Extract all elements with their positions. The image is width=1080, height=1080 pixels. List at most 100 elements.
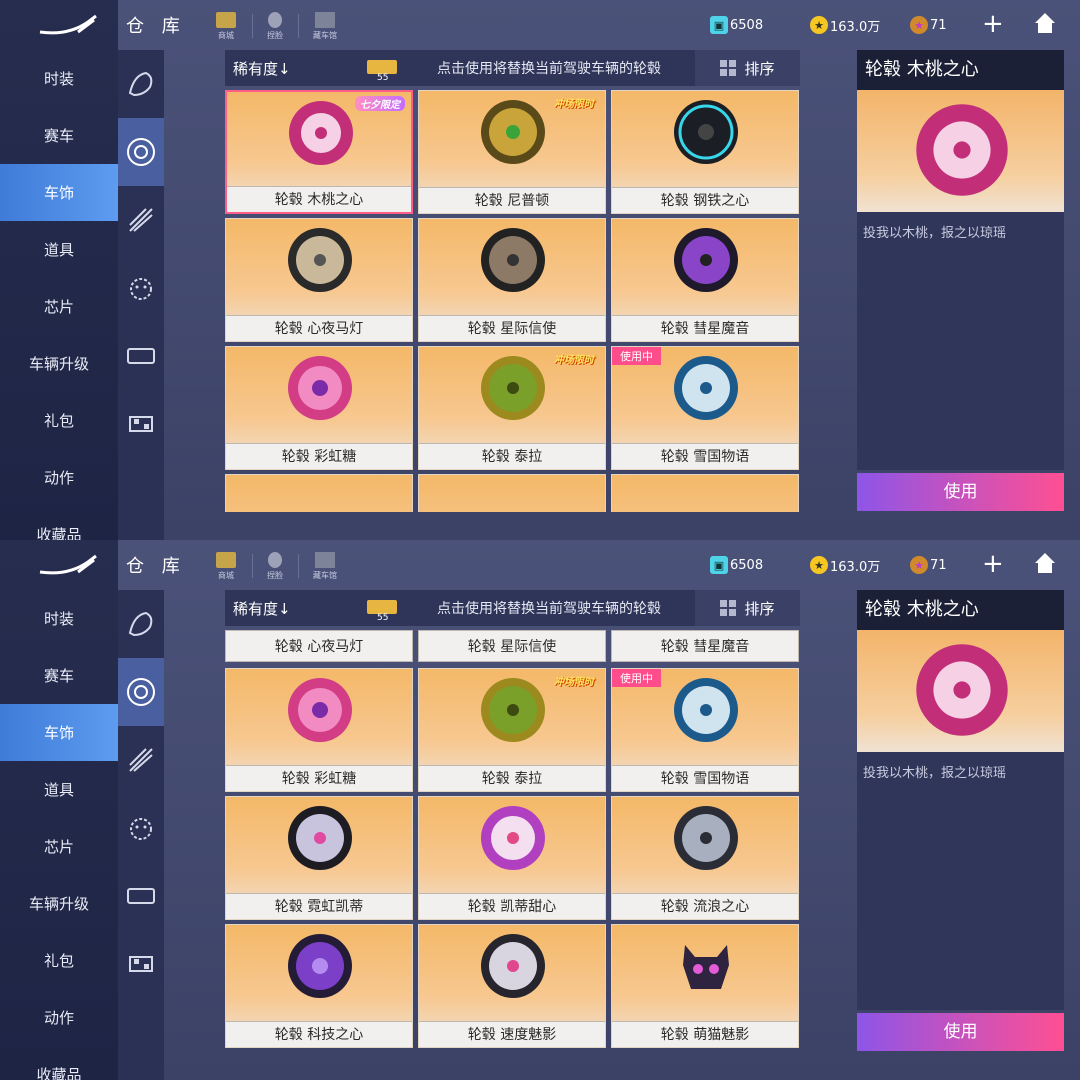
garage-link[interactable]: 藏车馆: [305, 552, 345, 581]
wheel-icon: [674, 678, 738, 742]
nav-item-action[interactable]: 动作: [0, 449, 118, 506]
logo-icon: [39, 554, 97, 575]
coupon-balance: ▣ 6508: [710, 15, 763, 35]
face-link[interactable]: 捏脸: [255, 552, 295, 581]
rarity-sort[interactable]: 稀有度↓: [233, 58, 291, 79]
home-icon[interactable]: [1032, 550, 1058, 576]
sticker-icon[interactable]: [118, 254, 164, 322]
nav-item-fashion[interactable]: 时装: [0, 50, 118, 107]
detail-panel: 轮毂 木桃之心 投我以木桃，报之以琼瑶: [857, 590, 1064, 1010]
flame-icon[interactable]: [118, 726, 164, 794]
wheel-icon: [916, 104, 1008, 196]
shop-link[interactable]: 商城: [206, 12, 246, 41]
item-name-bar[interactable]: 轮毂 星际信使: [418, 630, 606, 662]
page-title: 仓 库: [126, 16, 186, 37]
nav-item-upgrade[interactable]: 车辆升级: [0, 875, 118, 932]
hint-text: 点击使用将替换当前驾驶车辆的轮毂: [437, 61, 661, 77]
item-card[interactable]: 轮毂 流浪之心: [611, 796, 799, 920]
category-icons: [118, 590, 164, 1080]
wheel-icon: [674, 228, 738, 292]
detail-image: [857, 90, 1064, 212]
nav-item-collection[interactable]: 收藏品: [0, 506, 118, 540]
shop-link[interactable]: 商城: [206, 552, 246, 581]
limited-tag: 七夕限定: [355, 96, 405, 111]
nav-item-items[interactable]: 道具: [0, 761, 118, 818]
item-card[interactable]: 轮毂 凯蒂甜心: [418, 796, 606, 920]
wheel-icon: [288, 228, 352, 292]
event-tag: 冲场限时: [554, 99, 594, 110]
detail-title: 轮毂 木桃之心: [857, 50, 1064, 90]
detail-description: 投我以木桃，报之以琼瑶: [863, 766, 1007, 781]
item-card[interactable]: 冲场限时 轮毂 泰拉: [418, 346, 606, 470]
finish-flag-icon[interactable]: [118, 930, 164, 998]
item-card[interactable]: 冲场限时 轮毂 泰拉: [418, 668, 606, 792]
home-icon[interactable]: [1032, 10, 1058, 36]
nav-item-fashion[interactable]: 时装: [0, 590, 118, 647]
use-button[interactable]: 使用: [857, 473, 1064, 511]
pet-icon[interactable]: [118, 50, 164, 118]
item-card[interactable]: 轮毂 萌猫魅影: [611, 924, 799, 1048]
wheel-icon: [674, 806, 738, 870]
item-card[interactable]: 使用中 轮毂 雪国物语: [611, 346, 799, 470]
in-use-badge: 使用中: [612, 347, 661, 365]
nav-item-upgrade[interactable]: 车辆升级: [0, 335, 118, 392]
item-card[interactable]: 冲场限时 轮毂 尼普顿: [418, 90, 606, 214]
add-button[interactable]: +: [982, 10, 1004, 38]
item-card[interactable]: 轮毂 速度魅影: [418, 924, 606, 1048]
item-card[interactable]: 轮毂 彗星魔音: [611, 218, 799, 342]
nav-item-decor[interactable]: 车饰: [0, 704, 118, 761]
use-button[interactable]: 使用: [857, 1013, 1064, 1051]
item-card[interactable]: [225, 474, 413, 512]
sort-button[interactable]: 排序: [695, 590, 800, 626]
add-button[interactable]: +: [982, 550, 1004, 578]
cat-wheel-icon: [683, 945, 729, 989]
wheel-icon[interactable]: [118, 118, 164, 186]
nav-item-cars[interactable]: 赛车: [0, 647, 118, 704]
nav-item-chips[interactable]: 芯片: [0, 278, 118, 335]
wheel-icon: [288, 356, 352, 420]
item-card[interactable]: 轮毂 霓虹凯蒂: [225, 796, 413, 920]
finish-flag-icon[interactable]: [118, 390, 164, 458]
nav-item-gift[interactable]: 礼包: [0, 932, 118, 989]
item-card[interactable]: [611, 474, 799, 512]
top-bar: 仓 库 商城 捏脸 藏车馆 ▣ 6508 ★ 163.0万 ★ 71 +: [118, 540, 1080, 590]
license-plate-icon[interactable]: [118, 862, 164, 930]
item-card[interactable]: 轮毂 彩虹糖: [225, 668, 413, 792]
garage-link[interactable]: 藏车馆: [305, 12, 345, 41]
category-icons: [118, 50, 164, 540]
item-name-bar[interactable]: 轮毂 彗星魔音: [611, 630, 799, 662]
grid-icon: [720, 600, 737, 616]
nav-item-cars[interactable]: 赛车: [0, 107, 118, 164]
pet-icon[interactable]: [118, 590, 164, 658]
item-card[interactable]: 七夕限定 轮毂 木桃之心: [225, 90, 413, 214]
item-card[interactable]: 轮毂 星际信使: [418, 218, 606, 342]
face-link[interactable]: 捏脸: [255, 12, 295, 41]
nav-item-chips[interactable]: 芯片: [0, 818, 118, 875]
coupon-balance: ▣ 6508: [710, 555, 763, 575]
screen-1: 时装 赛车 车饰 道具 芯片 车辆升级 礼包 动作 收藏品 仓 库 商城 捏脸 …: [0, 0, 1080, 540]
item-card[interactable]: 轮毂 心夜马灯: [225, 218, 413, 342]
sort-button[interactable]: 排序: [695, 50, 800, 86]
nav-item-decor[interactable]: 车饰: [0, 164, 118, 221]
nav-item-items[interactable]: 道具: [0, 221, 118, 278]
grid-icon: [720, 60, 737, 76]
item-card[interactable]: [418, 474, 606, 512]
flame-icon[interactable]: [118, 186, 164, 254]
rarity-sort[interactable]: 稀有度↓: [233, 598, 291, 619]
nav-item-gift[interactable]: 礼包: [0, 392, 118, 449]
wheel-icon[interactable]: [118, 658, 164, 726]
ticket-icon[interactable]: 55: [365, 54, 399, 82]
item-card[interactable]: 轮毂 科技之心: [225, 924, 413, 1048]
sticker-icon[interactable]: [118, 794, 164, 862]
license-plate-icon[interactable]: [118, 322, 164, 390]
item-card[interactable]: 轮毂 彩虹糖: [225, 346, 413, 470]
item-card[interactable]: 轮毂 钢铁之心: [611, 90, 799, 214]
item-name-bar[interactable]: 轮毂 心夜马灯: [225, 630, 413, 662]
divider: [298, 554, 299, 578]
ticket-icon[interactable]: 55: [365, 594, 399, 622]
divider: [252, 14, 253, 38]
nav-item-action[interactable]: 动作: [0, 989, 118, 1046]
nav-item-collection[interactable]: 收藏品: [0, 1046, 118, 1080]
item-card[interactable]: 使用中 轮毂 雪国物语: [611, 668, 799, 792]
star-balance: ★ 71: [910, 15, 947, 35]
